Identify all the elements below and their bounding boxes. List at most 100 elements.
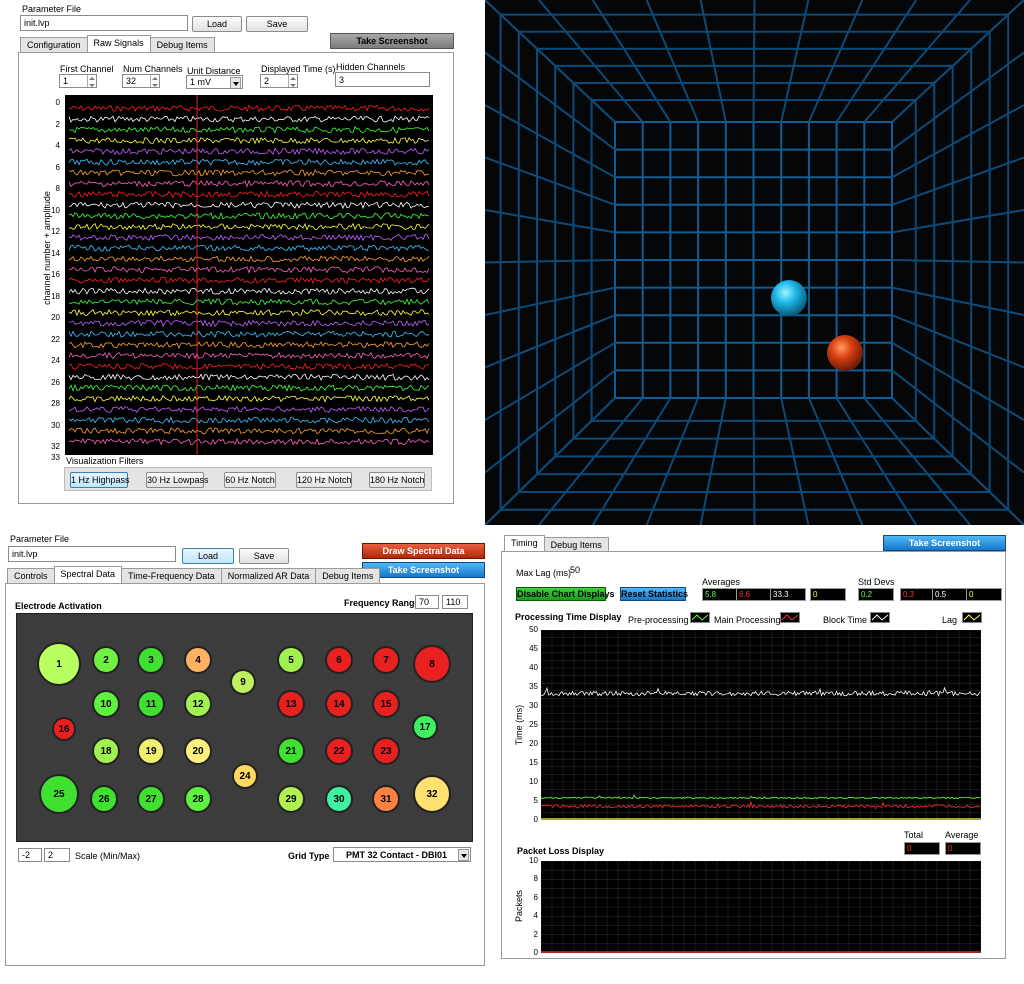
parameter-file-field[interactable]: init.lvp bbox=[20, 15, 188, 31]
processing-time-plot bbox=[540, 629, 982, 821]
packet-loss-total-value: 0 bbox=[904, 842, 940, 855]
processing-time-title: Processing Time Display bbox=[515, 612, 622, 622]
electrode-4[interactable]: 4 bbox=[184, 646, 212, 674]
average-label: Average bbox=[945, 830, 979, 840]
channel-trace bbox=[68, 308, 430, 317]
electrode-11[interactable]: 11 bbox=[137, 690, 165, 718]
electrode-label: 28 bbox=[192, 793, 204, 805]
electrode-6[interactable]: 6 bbox=[325, 646, 353, 674]
electrode-25[interactable]: 25 bbox=[39, 774, 79, 814]
tab-normalized-ar-data[interactable]: Normalized AR Data bbox=[220, 568, 317, 583]
filter-180hz-notch-button[interactable]: 180 Hz Notch bbox=[369, 472, 425, 488]
electrode-label: 14 bbox=[333, 698, 345, 710]
take-screenshot-button[interactable]: Take Screenshot bbox=[330, 33, 454, 49]
electrode-8[interactable]: 8 bbox=[413, 645, 451, 683]
tab-controls[interactable]: Controls bbox=[7, 568, 55, 583]
electrode-24[interactable]: 24 bbox=[232, 763, 258, 789]
electrode-12[interactable]: 12 bbox=[184, 690, 212, 718]
max-lag-input[interactable]: 50 bbox=[567, 565, 603, 578]
load-button[interactable]: Load bbox=[192, 16, 242, 32]
tab-debug-items[interactable]: Debug Items bbox=[149, 37, 215, 52]
tab-configuration[interactable]: Configuration bbox=[20, 37, 88, 52]
unit-distance-dropdown[interactable]: 1 mV bbox=[186, 75, 243, 89]
draw-spectral-data-button[interactable]: Draw Spectral Data bbox=[362, 543, 485, 559]
electrode-21[interactable]: 21 bbox=[277, 737, 305, 765]
frequency-range-label: Frequency Range bbox=[344, 598, 420, 608]
packet-loss-y-label: Packets bbox=[514, 889, 524, 923]
legend-block-time-swatch bbox=[870, 612, 890, 623]
electrode-3[interactable]: 3 bbox=[137, 646, 165, 674]
legend-main-processing-label: Main Processing bbox=[714, 615, 781, 625]
packet-loss-plot bbox=[540, 860, 982, 954]
displayed-time-input[interactable]: 2 bbox=[260, 74, 298, 88]
electrode-2[interactable]: 2 bbox=[92, 646, 120, 674]
electrode-32[interactable]: 32 bbox=[413, 775, 451, 813]
take-screenshot-button[interactable]: Take Screenshot bbox=[883, 535, 1006, 551]
electrode-label: 29 bbox=[285, 793, 297, 805]
electrode-16[interactable]: 16 bbox=[52, 717, 76, 741]
electrode-28[interactable]: 28 bbox=[184, 785, 212, 813]
first-channel-input[interactable]: 1 bbox=[59, 74, 97, 88]
electrode-13[interactable]: 13 bbox=[277, 690, 305, 718]
electrode-29[interactable]: 29 bbox=[277, 785, 305, 813]
tab-time-frequency-data[interactable]: Time-Frequency Data bbox=[121, 568, 222, 583]
filter-120hz-notch-button[interactable]: 120 Hz Notch bbox=[296, 472, 352, 488]
channel-trace bbox=[68, 437, 430, 446]
electrode-7[interactable]: 7 bbox=[372, 646, 400, 674]
electrode-22[interactable]: 22 bbox=[325, 737, 353, 765]
parameter-file-field[interactable]: init.lvp bbox=[8, 546, 176, 562]
hidden-channels-label: Hidden Channels bbox=[336, 62, 406, 72]
grid-type-dropdown[interactable]: PMT 32 Contact - DBI01 bbox=[333, 847, 471, 862]
electrode-1[interactable]: 1 bbox=[37, 642, 81, 686]
filter-1hz-highpass-button[interactable]: 1 Hz Highpass bbox=[70, 472, 130, 488]
reset-statistics-button[interactable]: Reset Statistics bbox=[620, 587, 688, 601]
frequency-max-input[interactable]: 110 bbox=[442, 595, 468, 609]
electrode-9[interactable]: 9 bbox=[230, 669, 256, 695]
channel-trace bbox=[68, 319, 430, 328]
electrode-14[interactable]: 14 bbox=[325, 690, 353, 718]
tab-debug-items[interactable]: Debug Items bbox=[315, 568, 381, 583]
tab-raw-signals[interactable]: Raw Signals bbox=[86, 35, 151, 52]
electrode-26[interactable]: 26 bbox=[90, 785, 118, 813]
parameter-file-label: Parameter File bbox=[10, 534, 70, 544]
hidden-channels-input[interactable]: 3 bbox=[335, 72, 430, 87]
electrode-10[interactable]: 10 bbox=[92, 690, 120, 718]
y-tick-label: 20 bbox=[51, 313, 60, 322]
electrode-23[interactable]: 23 bbox=[372, 737, 400, 765]
electrode-5[interactable]: 5 bbox=[277, 646, 305, 674]
std-lag-value: 0 bbox=[966, 588, 1002, 601]
load-button[interactable]: Load bbox=[182, 548, 234, 564]
electrode-label: 16 bbox=[58, 723, 70, 735]
channel-trace bbox=[68, 394, 430, 403]
electrode-19[interactable]: 19 bbox=[137, 737, 165, 765]
scale-min-input[interactable]: -2 bbox=[18, 848, 42, 862]
y-tick-label: 30 bbox=[51, 420, 60, 430]
disable-chart-displays-button[interactable]: Disable Chart Displays bbox=[516, 587, 615, 601]
num-channels-input[interactable]: 32 bbox=[122, 74, 160, 88]
electrode-label: 21 bbox=[285, 745, 297, 757]
electrode-17[interactable]: 17 bbox=[412, 714, 438, 740]
tab-spectral-data[interactable]: Spectral Data bbox=[53, 566, 123, 583]
electrode-27[interactable]: 27 bbox=[137, 785, 165, 813]
scale-max-input[interactable]: 2 bbox=[44, 848, 70, 862]
std-devs-label: Std Devs bbox=[858, 577, 895, 587]
y-tick-label: 0 bbox=[55, 98, 60, 107]
electrode-label: 12 bbox=[192, 698, 204, 710]
electrode-label: 27 bbox=[145, 793, 157, 805]
filter-30hz-lowpass-button[interactable]: 30 Hz Lowpass bbox=[146, 472, 209, 488]
electrode-31[interactable]: 31 bbox=[372, 785, 400, 813]
tab-debug-items[interactable]: Debug Items bbox=[543, 537, 609, 552]
y-tick-label: 40 bbox=[529, 663, 538, 672]
frequency-min-input[interactable]: 70 bbox=[415, 595, 439, 609]
save-button[interactable]: Save bbox=[246, 16, 308, 32]
tab-timing[interactable]: Timing bbox=[504, 535, 545, 552]
filter-60hz-notch-button[interactable]: 60 Hz Notch bbox=[224, 472, 276, 488]
channel-trace bbox=[68, 158, 430, 166]
take-screenshot-button[interactable]: Take Screenshot bbox=[362, 562, 485, 578]
electrode-30[interactable]: 30 bbox=[325, 785, 353, 813]
save-button[interactable]: Save bbox=[239, 548, 289, 564]
electrode-20[interactable]: 20 bbox=[184, 737, 212, 765]
electrode-15[interactable]: 15 bbox=[372, 690, 400, 718]
electrode-18[interactable]: 18 bbox=[92, 737, 120, 765]
electrode-label: 15 bbox=[380, 698, 392, 710]
